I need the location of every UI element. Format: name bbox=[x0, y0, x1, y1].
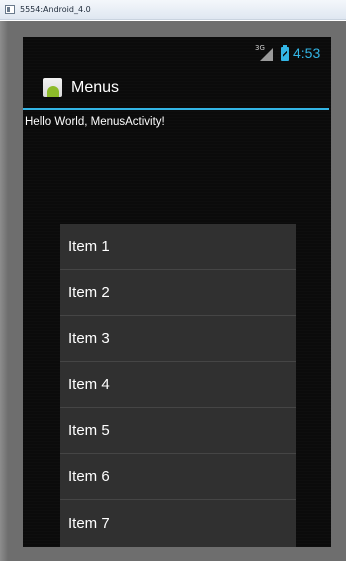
menu-item-7[interactable]: Item 7 bbox=[60, 500, 296, 546]
menu-item-label: Item 7 bbox=[68, 514, 110, 532]
signal-strength-icon bbox=[260, 48, 273, 61]
menu-item-4[interactable]: Item 4 bbox=[60, 362, 296, 408]
menu-item-label: Item 4 bbox=[68, 376, 110, 393]
menu-item-1[interactable]: Item 1 bbox=[60, 224, 296, 270]
status-clock: 4:53 bbox=[293, 45, 321, 61]
window-icon bbox=[5, 5, 15, 14]
options-menu: Item 1 Item 2 Item 3 Item 4 Item 5 Item … bbox=[60, 224, 296, 547]
menu-item-3[interactable]: Item 3 bbox=[60, 316, 296, 362]
menu-item-label: Item 3 bbox=[68, 330, 110, 347]
status-bar: 3G 4:53 bbox=[23, 37, 331, 67]
menu-item-label: Item 6 bbox=[68, 468, 110, 485]
menu-item-label: Item 1 bbox=[68, 238, 110, 255]
app-title: Menus bbox=[71, 79, 120, 96]
menu-item-5[interactable]: Item 5 bbox=[60, 408, 296, 454]
action-bar-divider bbox=[23, 108, 329, 110]
menu-item-label: Item 5 bbox=[68, 422, 110, 439]
window-title: 5554:Android_4.0 bbox=[20, 5, 91, 14]
menu-item-label: Item 2 bbox=[68, 284, 110, 301]
hello-world-text: Hello World, MenusActivity! bbox=[25, 116, 165, 128]
emulator-frame-edge bbox=[0, 21, 8, 561]
battery-charging-icon bbox=[281, 45, 289, 61]
android-app-icon[interactable] bbox=[43, 78, 62, 97]
window-titlebar[interactable]: 5554:Android_4.0 bbox=[0, 0, 346, 20]
signal-icon: 3G bbox=[255, 44, 275, 62]
action-bar: Menus bbox=[23, 67, 331, 109]
menu-item-6[interactable]: Item 6 bbox=[60, 454, 296, 500]
menu-item-2[interactable]: Item 2 bbox=[60, 270, 296, 316]
device-screen: 3G 4:53 Menus Hello World, MenusActivity… bbox=[23, 37, 331, 547]
